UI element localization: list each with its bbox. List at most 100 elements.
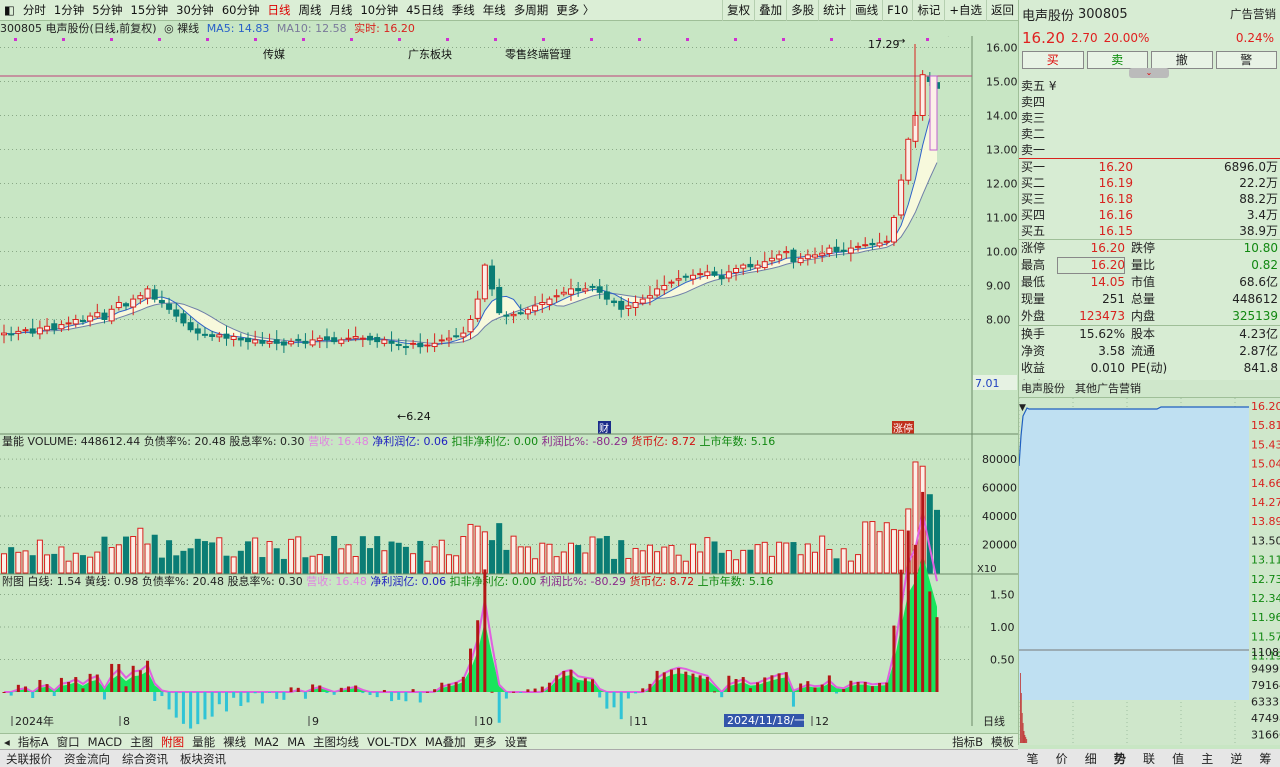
- indicator-tab-11[interactable]: MA叠加: [421, 734, 470, 750]
- detail-tab-0[interactable]: 笔: [1027, 750, 1039, 767]
- volume-bar: [725, 550, 732, 574]
- period-tab-1[interactable]: 1分钟: [50, 0, 88, 21]
- chevron-down-icon[interactable]: ⌄: [1129, 68, 1169, 78]
- quote-row: 收益(三) 0.010 PE(动) 841.8: [1019, 360, 1280, 392]
- candle-body: [847, 247, 854, 254]
- buy-button[interactable]: 买: [1022, 51, 1084, 69]
- period-tab-2[interactable]: 5分钟: [88, 0, 126, 21]
- indicator-right-tab-1[interactable]: 模板: [987, 734, 1018, 750]
- intraday-volume-bar: [1021, 713, 1023, 743]
- volume-bar: [890, 529, 897, 574]
- price-tick-label: 13.00: [986, 144, 1018, 157]
- volume-bar: [230, 556, 237, 574]
- status-link-3[interactable]: 板块资讯: [174, 751, 232, 767]
- candle-body: [869, 242, 876, 246]
- candle-body: [108, 308, 115, 322]
- sector-name[interactable]: 广告营销: [1230, 6, 1276, 22]
- intraday-chart[interactable]: 16.20 15.81 15.43 15.04 14.66 14.27 13.89 13.50…: [1018, 398, 1280, 758]
- volume-bar: [811, 551, 818, 574]
- quote-key-2: 内盘: [1131, 309, 1156, 323]
- toolbar-button-4[interactable]: 画线: [850, 0, 882, 21]
- intraday-tab-stock[interactable]: 电声股份: [1021, 380, 1065, 397]
- orderbook-expand[interactable]: ⌄: [1019, 68, 1280, 78]
- detail-tab-4[interactable]: 联: [1143, 750, 1155, 767]
- indicator-tab-0[interactable]: 指标A: [14, 734, 53, 750]
- detail-tab-7[interactable]: 逆: [1230, 750, 1242, 767]
- period-tab-14[interactable]: 更多 〉: [552, 0, 598, 21]
- indicator-tab-7[interactable]: MA2: [250, 735, 283, 749]
- period-tab-5[interactable]: 60分钟: [218, 0, 264, 21]
- diamond-icon[interactable]: ◇: [944, 36, 953, 38]
- toolbar-button-3[interactable]: 统计: [818, 0, 850, 21]
- indicator-histogram-bar: [619, 692, 623, 720]
- candle-body: [402, 346, 409, 349]
- candle-body: [115, 302, 122, 309]
- toolbar-button-0[interactable]: 复权: [722, 0, 754, 21]
- detail-tab-5[interactable]: 值: [1172, 750, 1184, 767]
- toolbar-button-6[interactable]: 标记: [912, 0, 944, 21]
- quote-key-2: 量比: [1131, 258, 1156, 272]
- indicator-histogram-bar: [806, 681, 810, 692]
- candle-body: [567, 288, 574, 295]
- status-link-0[interactable]: 关联报价: [0, 751, 58, 767]
- indicator-tab-9[interactable]: 主图均线: [309, 734, 363, 750]
- period-tab-10[interactable]: 45日线: [402, 0, 448, 21]
- candle-body: [245, 337, 252, 343]
- detail-tab-6[interactable]: 主: [1201, 750, 1213, 767]
- indicator-histogram-bar: [232, 692, 236, 698]
- cancel-order-button[interactable]: 撤: [1151, 51, 1213, 69]
- indicator-tab-1[interactable]: 窗口: [53, 734, 84, 750]
- detail-tab-2[interactable]: 细: [1085, 750, 1097, 767]
- period-tab-12[interactable]: 年线: [479, 0, 510, 21]
- toolbar-button-7[interactable]: +自选: [944, 0, 986, 21]
- status-link-1[interactable]: 资金流向: [58, 751, 116, 767]
- candle-body: [876, 242, 883, 247]
- toolbar-button-1[interactable]: 叠加: [754, 0, 786, 21]
- toolbar-button-8[interactable]: 返回: [986, 0, 1018, 21]
- quote-key-2: 总量: [1131, 292, 1156, 306]
- period-tab-4[interactable]: 30分钟: [172, 0, 218, 21]
- volume-bar: [926, 494, 933, 574]
- indicator-tab-3[interactable]: 主图: [126, 734, 157, 750]
- indicator-tab-8[interactable]: MA: [283, 735, 309, 749]
- candle-body: [532, 305, 539, 312]
- period-tab-0[interactable]: 分时: [19, 0, 50, 21]
- price-tick-label: 10.00: [986, 246, 1018, 259]
- alert-button[interactable]: 警: [1215, 51, 1277, 69]
- period-tab-13[interactable]: 多周期: [510, 0, 553, 21]
- period-tab-11[interactable]: 季线: [448, 0, 479, 21]
- panel-toggle-icon[interactable]: ◧: [0, 0, 19, 21]
- volume-bar: [259, 557, 266, 574]
- detail-tab-3[interactable]: 势: [1114, 750, 1126, 767]
- indicator-tab-10[interactable]: VOL-TDX: [363, 735, 421, 749]
- candle-body: [883, 240, 890, 243]
- kline-chart[interactable]: 16.00 15.00 14.00 13.00 12.00 11.00 10.00 9.00 8…: [0, 36, 1018, 736]
- period-tab-6[interactable]: 日线: [263, 0, 294, 21]
- indicator-tab-12[interactable]: 更多: [470, 734, 501, 750]
- indicator-histogram-bar: [325, 692, 329, 693]
- volume-bar: [697, 551, 704, 574]
- period-tab-9[interactable]: 10分钟: [356, 0, 402, 21]
- indicator-tab-2[interactable]: MACD: [84, 735, 126, 749]
- toolbar-button-2[interactable]: 多股: [786, 0, 818, 21]
- chart-mode-label[interactable]: ◎ 裸线: [164, 22, 199, 35]
- indicator-tab-4[interactable]: 附图: [157, 734, 188, 750]
- sell-button[interactable]: 卖: [1086, 51, 1148, 69]
- high-price-label: 17.29: [868, 38, 900, 51]
- indicator-right-tab-0[interactable]: 指标B: [948, 734, 987, 750]
- candle-body: [524, 308, 531, 315]
- indicator-histogram-bar: [447, 683, 451, 692]
- intraday-tab-sector[interactable]: 其他广告营销: [1075, 380, 1141, 397]
- period-tab-8[interactable]: 月线: [325, 0, 356, 21]
- toolbar-button-5[interactable]: F10: [882, 0, 912, 21]
- tabs-scroll-icon[interactable]: ◂: [0, 735, 14, 749]
- period-tab-7[interactable]: 周线: [294, 0, 325, 21]
- detail-tab-1[interactable]: 价: [1056, 750, 1068, 767]
- period-tab-3[interactable]: 15分钟: [127, 0, 173, 21]
- volume-bar: [280, 558, 287, 574]
- indicator-tab-13[interactable]: 设置: [501, 734, 532, 750]
- indicator-tab-6[interactable]: 裸线: [219, 734, 250, 750]
- status-link-2[interactable]: 综合资讯: [116, 751, 174, 767]
- detail-tab-8[interactable]: 筹: [1259, 750, 1271, 767]
- indicator-tab-5[interactable]: 量能: [188, 734, 219, 750]
